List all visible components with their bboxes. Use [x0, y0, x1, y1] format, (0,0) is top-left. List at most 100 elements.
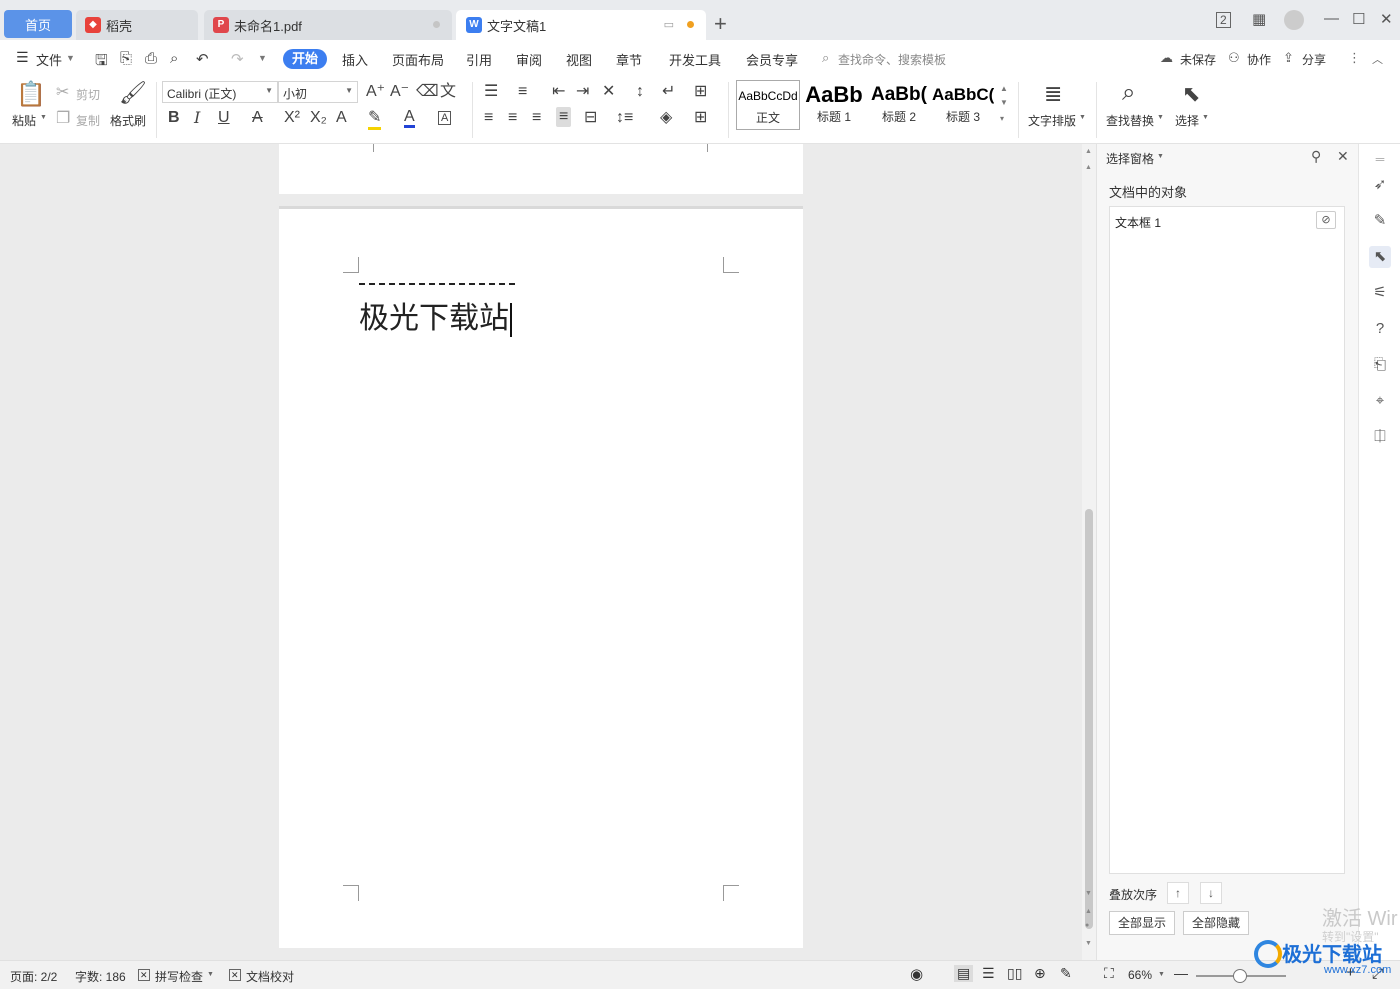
styles-expand-icon[interactable]: ▾	[1000, 114, 1004, 123]
document-workspace[interactable]: 极光下载站	[0, 144, 1082, 960]
align-right-icon[interactable]: ≡	[532, 109, 541, 127]
fit-page-icon[interactable]: ⛶	[1104, 965, 1114, 982]
ribbon-tab-member[interactable]: 会员专享	[746, 50, 798, 69]
export-pdf-icon[interactable]: ⎘	[120, 50, 132, 67]
ribbon-tab-view[interactable]: 视图	[566, 50, 592, 69]
ribbon-tab-insert[interactable]: 插入	[342, 50, 368, 69]
minimize-icon[interactable]: —	[1324, 10, 1339, 27]
style-heading-3[interactable]: AaBbC( 标题 3	[932, 80, 994, 130]
cut-button[interactable]: 剪切	[76, 86, 100, 103]
scrollbar-thumb[interactable]	[1085, 509, 1093, 929]
paste-icon[interactable]: 📋	[16, 82, 46, 108]
web-view-icon[interactable]: ⊕	[1034, 965, 1046, 982]
distribute-icon[interactable]: ⊟	[584, 109, 597, 127]
chevron-down-icon[interactable]: ▼	[1079, 114, 1086, 121]
command-search-input[interactable]: 查找命令、搜索模板	[838, 51, 946, 68]
pin-icon[interactable]: ⚲	[1311, 148, 1321, 165]
close-icon[interactable]: ✕	[1380, 10, 1393, 28]
grow-font-icon[interactable]: A⁺	[366, 83, 385, 101]
text-layout-icon[interactable]: ≣	[1044, 82, 1062, 106]
tab-pdf[interactable]: P 未命名1.pdf	[204, 10, 452, 40]
underline-icon[interactable]: U	[218, 109, 230, 127]
rocket-icon[interactable]: ➶	[1369, 174, 1391, 196]
avatar[interactable]	[1284, 10, 1304, 30]
ribbon-tab-references[interactable]: 引用	[466, 50, 492, 69]
maximize-icon[interactable]: ☐	[1352, 10, 1365, 28]
selection-cursor-icon[interactable]: ⬉	[1369, 246, 1391, 268]
page-indicator[interactable]: 页面: 2/2	[10, 968, 57, 985]
page-current[interactable]: 极光下载站	[279, 206, 803, 948]
styles-scroll-up-icon[interactable]: ▲	[1000, 84, 1008, 93]
highlight-icon[interactable]: ✎	[368, 109, 382, 130]
present-icon[interactable]: ▭	[664, 18, 674, 31]
char-border-icon[interactable]: A	[438, 111, 452, 125]
styles-scroll-down-icon[interactable]: ▼	[1000, 98, 1008, 107]
ribbon-tab-page-layout[interactable]: 页面布局	[392, 50, 444, 69]
copy-icon[interactable]: ❐	[56, 110, 70, 128]
ribbon-tab-chapter[interactable]: 章节	[616, 50, 642, 69]
file-menu[interactable]: 文件	[36, 50, 62, 69]
quick-access-more-icon[interactable]: ▼	[258, 53, 267, 63]
zoom-level[interactable]: 66%	[1128, 968, 1152, 982]
word-count[interactable]: 字数: 186	[75, 968, 126, 985]
show-all-button[interactable]: 全部显示	[1109, 911, 1176, 935]
collab-button[interactable]: 协作	[1247, 51, 1271, 68]
chevron-down-icon[interactable]: ▼	[207, 971, 214, 978]
text-effect-icon[interactable]: A	[336, 109, 347, 127]
pane-title[interactable]: 选择窗格	[1106, 150, 1154, 167]
bring-forward-button[interactable]: ↑	[1167, 882, 1189, 904]
shrink-font-icon[interactable]: A⁻	[390, 83, 409, 101]
zoom-out-icon[interactable]: —	[1174, 965, 1188, 981]
eye-protection-icon[interactable]: ◉	[910, 965, 923, 983]
read-mode-icon[interactable]: ⎅	[1369, 426, 1391, 448]
page-view-icon[interactable]: ▤	[954, 965, 974, 982]
outline-view-icon[interactable]: ☰	[982, 965, 995, 982]
scroll-up-icon[interactable]: ▲	[1085, 164, 1092, 171]
text-layout-button[interactable]: 文字排版	[1028, 112, 1076, 129]
paste-dropdown-icon[interactable]: ▼	[40, 114, 47, 121]
subscript-icon[interactable]: X₂	[310, 109, 327, 127]
next-page-icon[interactable]: ▼	[1085, 940, 1092, 947]
hide-all-button[interactable]: 全部隐藏	[1183, 911, 1250, 935]
clear-format-icon[interactable]: ⌫	[416, 83, 439, 101]
writing-mode-icon[interactable]: ✎	[1060, 965, 1072, 982]
paste-button[interactable]: 粘贴	[12, 112, 36, 129]
zoom-slider-thumb[interactable]	[1233, 969, 1247, 983]
strikethrough-icon[interactable]: A	[252, 109, 263, 127]
tab-close-icon[interactable]	[433, 21, 440, 28]
shading-icon[interactable]: ◈	[660, 109, 672, 127]
object-list-item[interactable]: 文本框 1	[1115, 214, 1161, 231]
decrease-indent-icon[interactable]: ⇤	[552, 83, 565, 101]
hamburger-icon[interactable]: ☰	[16, 49, 29, 66]
bold-icon[interactable]: B	[168, 109, 180, 127]
chevron-down-icon[interactable]: ▼	[1157, 114, 1164, 121]
spell-check-button[interactable]: 拼写检查	[155, 968, 203, 985]
format-painter-icon[interactable]: 🖌	[119, 80, 147, 106]
reading-view-icon[interactable]: ▯▯	[1007, 965, 1022, 982]
find-replace-icon[interactable]: ⌕	[1122, 80, 1135, 106]
vertical-scrollbar[interactable]: ▲ ▲ ▼ ▲ ● ▼	[1082, 144, 1096, 960]
format-painter-button[interactable]: 格式刷	[110, 112, 146, 129]
chinese-layout-icon[interactable]: ✕	[602, 83, 615, 101]
font-color-icon[interactable]: A	[404, 109, 415, 128]
visibility-eye-icon[interactable]: ⊘	[1316, 211, 1336, 229]
chevron-down-icon[interactable]: ▼	[66, 53, 75, 63]
tab-daoke[interactable]: ◆ 稻壳	[76, 10, 198, 40]
print-icon[interactable]: ⎙	[145, 50, 157, 67]
doc-proof-button[interactable]: 文档校对	[246, 968, 294, 985]
font-name-select[interactable]: Calibri (正文) ▼	[162, 81, 278, 103]
bullet-list-icon[interactable]: ☰	[484, 83, 498, 101]
share-doc-icon[interactable]: ⎗	[1369, 354, 1391, 376]
document-text[interactable]: 极光下载站	[359, 301, 509, 336]
copy-button[interactable]: 复制	[76, 112, 100, 129]
borders-icon[interactable]: ⊞	[694, 109, 707, 127]
page-previous[interactable]	[279, 144, 803, 194]
location-icon[interactable]: ⌖	[1369, 390, 1391, 412]
text-box-1[interactable]: 极光下载站	[359, 293, 512, 337]
print-preview-icon[interactable]: ⌕	[170, 50, 178, 67]
select-button[interactable]: 选择	[1175, 112, 1199, 129]
tab-home[interactable]: 首页	[4, 10, 72, 38]
increase-indent-icon[interactable]: ⇥	[576, 83, 589, 101]
more-icon[interactable]: ⋮	[1348, 50, 1361, 66]
scroll-down-icon[interactable]: ▼	[1085, 890, 1092, 897]
